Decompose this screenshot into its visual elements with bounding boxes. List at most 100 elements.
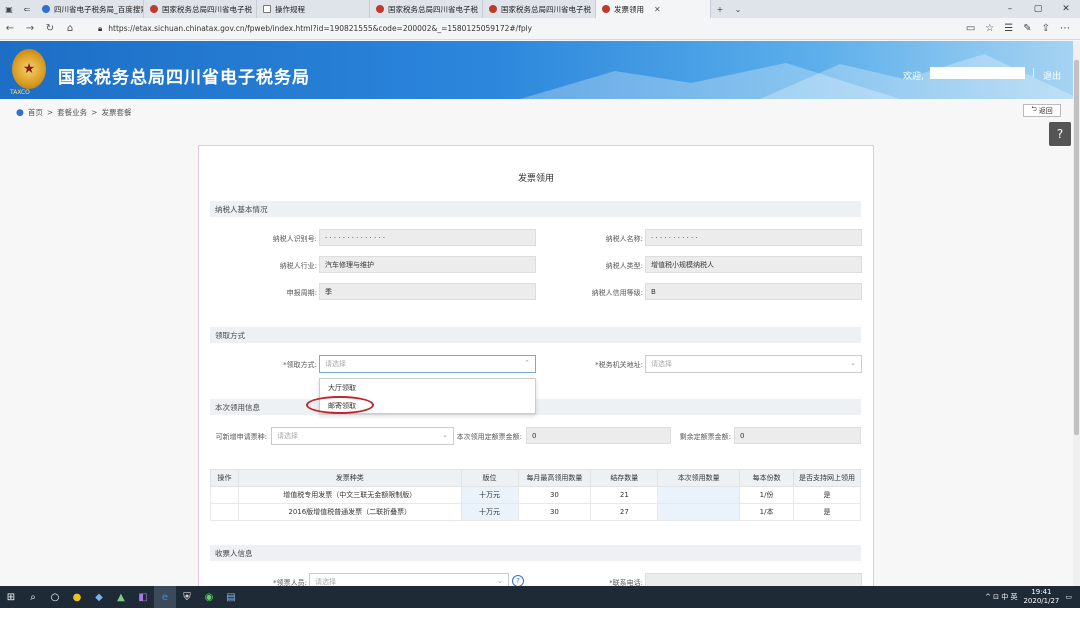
home-icon[interactable]: ⌂ [60,23,80,34]
taxpayer-type-field: 增值税小规模纳税人 [645,256,862,273]
logout-link[interactable]: 退出 [1043,69,1061,82]
taxpayer-name-field: · · · · · · · · · · · [645,229,862,246]
invoice-type-label: 可新增申请票种: [215,433,267,441]
table-row: 2016版增值税普通发票（二联折叠票） 十万元 30 27 1/本 是 [210,503,861,521]
tax-emblem-icon [150,5,158,13]
app-icon[interactable]: ● [66,586,88,608]
refresh-icon[interactable]: ↻ [40,23,60,34]
app-icon[interactable]: ▲ [110,586,132,608]
bottom-strip [0,608,1080,629]
new-tab-icon[interactable]: + [711,0,729,18]
tab-actions-icon[interactable]: ▣ [0,0,18,18]
section-method: 领取方式 [210,327,861,343]
more-icon[interactable]: ⋯ [1060,23,1070,34]
breadcrumb-package[interactable]: 套餐业务 [57,107,87,118]
section-receiver: 收票人信息 [210,545,861,561]
tab-back-icon[interactable]: ⇐ [18,0,36,18]
chevron-down-icon[interactable]: ⌄ [729,0,747,18]
browser-tab[interactable]: 国家税务总局四川省电子税 [144,0,257,18]
row-quantity-input[interactable] [657,503,741,521]
option-hall-pickup[interactable]: 大厅领取 [320,379,535,397]
row-quantity-input[interactable] [657,486,741,504]
wechat-icon[interactable]: ◉ [198,586,220,608]
row-per-book: 1/本 [739,503,795,521]
maximize-icon[interactable]: ▢ [1024,0,1052,18]
browser-tab-active[interactable]: 发票领用 ✕ [596,0,711,18]
breadcrumb-separator: > [91,108,98,117]
row-invoice-type: 增值税专用发票（中文三联无金额限制版） [237,486,462,504]
breadcrumb: ● 首页 > 套餐业务 > 发票套餐 [16,107,131,118]
col-header: 每月最高领用数量 [517,469,592,487]
help-icon[interactable]: ? [1049,122,1071,146]
row-action[interactable] [210,486,239,504]
method-label: *领取方式: [283,361,317,369]
table-row: 增值税专用发票（中文三联无金额限制版） 十万元 30 21 1/份 是 [210,486,861,504]
invoice-table: 操作 发票种类 版位 每月最高领用数量 结存数量 本次领用数量 每本份数 是否支… [210,469,861,521]
close-icon[interactable]: ✕ [1052,0,1080,18]
windows-start-icon[interactable]: ⊞ [0,586,22,608]
scrollbar-thumb[interactable] [1074,60,1079,435]
reading-view-icon[interactable]: ▭ [966,23,975,34]
shield-icon[interactable]: ⛨ [176,586,198,608]
browser-tab[interactable]: 操作规程 [257,0,370,18]
task-view-icon[interactable]: ○ [44,586,66,608]
row-monthly-max: 30 [517,486,592,504]
address-select[interactable]: 请选择 ⌄ [645,355,862,373]
document-app-icon[interactable]: ▤ [220,586,242,608]
breadcrumb-separator: > [46,108,54,117]
row-monthly-max: 30 [517,503,592,521]
clock[interactable]: 19:41 2020/1/27 [1023,588,1059,606]
windows-taskbar: ⊞ ⌕ ○ ● ◆ ▲ ◧ e ⛨ ◉ ▤ ^ ⊡ 中 英 19:41 2020… [0,586,1080,608]
col-header: 每本份数 [739,469,795,487]
period-field: 季 [319,283,536,300]
tax-emblem-icon: ★ [12,49,46,89]
back-icon[interactable]: ← [0,23,20,34]
paw-icon [42,5,50,13]
site-title: 国家税务总局四川省电子税务局 [58,68,310,88]
address-label: *税务机关地址: [595,361,643,369]
share-icon[interactable]: ⇪ [1042,23,1050,34]
industry-field: 汽车修理与维护 [319,256,536,273]
row-denomination: 十万元 [460,503,519,521]
row-online: 是 [793,486,861,504]
col-header: 版位 [460,469,519,487]
window-controls: – ▢ ✕ [996,0,1080,18]
tray-icons[interactable]: ^ ⊡ 中 英 [985,592,1017,602]
tax-emblem-icon [602,5,610,13]
section-basic-info: 纳税人基本情况 [210,201,861,217]
browser-tab[interactable]: 四川省电子税务局_百度搜索 [36,0,144,18]
app-icon[interactable]: ◆ [88,586,110,608]
col-header: 本次领用数量 [657,469,741,487]
close-tab-icon[interactable]: ✕ [654,5,661,14]
tax-emblem-icon [489,5,497,13]
emblem-caption: TAXCO [10,89,30,96]
method-select[interactable]: 请选择 ⌃ [319,355,536,373]
minimize-icon[interactable]: – [996,0,1024,18]
back-button[interactable]: ⮌ 返回 [1023,104,1061,117]
notification-icon[interactable]: ▭ [1065,593,1072,601]
browser-tab[interactable]: 国家税务总局四川省电子税 [370,0,483,18]
favorites-icon[interactable]: ☰ [1004,23,1013,34]
breadcrumb-invoice-package: 发票套餐 [101,108,132,117]
search-icon[interactable]: ⌕ [22,586,44,608]
row-balance: 21 [590,486,659,504]
row-balance: 27 [590,503,659,521]
col-header: 发票种类 [237,469,462,487]
credit-label: 纳税人信用等级: [591,289,643,297]
row-per-book: 1/份 [739,486,795,504]
forward-icon[interactable]: → [20,23,40,34]
industry-label: 纳税人行业: [279,262,317,270]
taxpayer-id-label: 纳税人识别号: [272,235,317,243]
address-bar: ← → ↻ ⌂ 🔒︎ https://etax.sichuan.chinatax… [0,18,1080,40]
invoice-type-select[interactable]: 请选择 ⌄ [271,427,454,445]
edge-browser-icon[interactable]: e [154,586,176,608]
visual-studio-icon[interactable]: ◧ [132,586,154,608]
pen-icon[interactable]: ✎ [1023,23,1031,34]
url-input[interactable]: 🔒︎ https://etax.sichuan.chinatax.gov.cn/… [98,21,966,37]
breadcrumb-home[interactable]: 首页 [28,107,43,118]
row-action[interactable] [210,503,239,521]
col-header: 结存数量 [590,469,659,487]
favorite-star-icon[interactable]: ☆ [985,23,994,34]
browser-tab[interactable]: 国家税务总局四川省电子税 [483,0,596,18]
welcome-text: 欢迎, [903,72,924,82]
